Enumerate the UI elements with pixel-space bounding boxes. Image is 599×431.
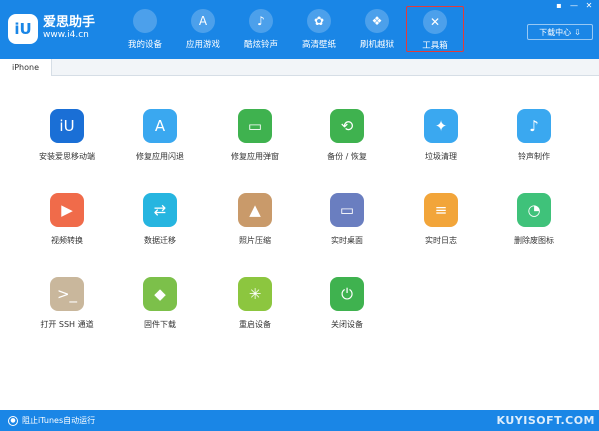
nav-item-1[interactable]: A 应用游戏: [174, 6, 232, 52]
nav-label: 酷炫铃声: [243, 40, 278, 50]
tool-item-15[interactable]: ⏻ 关闭设备: [307, 277, 387, 330]
data-transfer-icon: ⇄: [143, 193, 177, 227]
tool-item-9[interactable]: ▭ 实时桌面: [307, 193, 387, 246]
monitor-icon: ▭: [330, 193, 364, 227]
flower-icon: ✿: [307, 9, 331, 33]
nav-item-2[interactable]: ♪ 酷炫铃声: [232, 6, 290, 52]
tool-label: 修复应用闪退: [136, 152, 184, 161]
tool-label: 照片压缩: [239, 236, 271, 245]
download-icon: ⇩: [574, 27, 581, 37]
nav-item-3[interactable]: ✿ 高清壁纸: [290, 6, 348, 52]
nav-item-0[interactable]: 我的设备: [116, 6, 174, 52]
app-logo: iU 爱思助手 www.i4.cn: [8, 14, 95, 44]
nav-item-4[interactable]: ❖ 刷机越狱: [348, 6, 406, 52]
pie-icon: ◔: [517, 193, 551, 227]
toolbox-grid: iU 安装爱思移动端 A 修复应用闪退 ▭ 修复应用弹窗 ⟲ 备份 / 恢复 ✦ 垃圾清理 ♪ 铃声制…: [0, 76, 599, 410]
tool-item-4[interactable]: ✦ 垃圾清理: [401, 109, 481, 162]
tool-label: 垃圾清理: [425, 152, 457, 161]
cube-icon: ◆: [143, 277, 177, 311]
tool-item-8[interactable]: ▲ 照片压缩: [215, 193, 295, 246]
wrench-icon: ✕: [423, 10, 447, 34]
app-url: www.i4.cn: [43, 30, 89, 40]
tool-label: 铃声制作: [518, 152, 550, 161]
tool-item-6[interactable]: ▶ 视频转换: [27, 193, 107, 246]
block-itunes-label: 阻止iTunes自动运行: [22, 416, 96, 425]
tool-item-12[interactable]: >_ 打开 SSH 通道: [27, 277, 107, 330]
dropbox-icon: ❖: [365, 9, 389, 33]
tool-item-1[interactable]: A 修复应用闪退: [120, 109, 200, 162]
apple-id-icon: ▭: [238, 109, 272, 143]
tool-label: 实时日志: [425, 236, 457, 245]
status-bar: ● 阻止iTunes自动运行 KUYISOFT.COM: [0, 410, 599, 431]
device-tab-bar: iPhone: [0, 59, 599, 76]
tool-label: 数据迁移: [144, 236, 176, 245]
tool-item-2[interactable]: ▭ 修复应用弹窗: [215, 109, 295, 162]
bell-plus-icon: ♪: [517, 109, 551, 143]
app-store-icon: A: [143, 109, 177, 143]
nav-item-5[interactable]: ✕ 工具箱: [406, 6, 464, 52]
terminal-icon: >_: [50, 277, 84, 311]
tool-label: 实时桌面: [331, 236, 363, 245]
main-nav: 我的设备 A 应用游戏 ♪ 酷炫铃声 ✿ 高清壁纸 ❖ 刷机越狱 ✕ 工具箱: [116, 6, 464, 52]
app-store-icon: A: [191, 9, 215, 33]
tool-label: 安装爱思移动端: [39, 152, 95, 161]
nav-label: 我的设备: [127, 40, 162, 50]
tool-item-0[interactable]: iU 安装爱思移动端: [27, 109, 107, 162]
tool-item-10[interactable]: ≡ 实时日志: [401, 193, 481, 246]
toggle-circle-icon: ●: [8, 415, 18, 426]
tool-label: 打开 SSH 通道: [40, 320, 94, 329]
i4-app-icon: iU: [50, 109, 84, 143]
tool-label: 备份 / 恢复: [327, 152, 367, 161]
close-button[interactable]: ✕: [583, 1, 595, 11]
skin-button[interactable]: ▪: [553, 1, 565, 11]
tool-item-11[interactable]: ◔ 删除废图标: [494, 193, 574, 246]
tool-item-14[interactable]: ✳ 重启设备: [215, 277, 295, 330]
nav-label: 应用游戏: [185, 40, 220, 50]
logo-mark: iU: [8, 14, 38, 44]
tool-item-7[interactable]: ⇄ 数据迁移: [120, 193, 200, 246]
restore-clock-icon: ⟲: [330, 109, 364, 143]
photo-icon: ▲: [238, 193, 272, 227]
tool-item-3[interactable]: ⟲ 备份 / 恢复: [307, 109, 387, 162]
broom-icon: ✦: [424, 109, 458, 143]
video-play-icon: ▶: [50, 193, 84, 227]
tool-label: 关闭设备: [331, 320, 363, 329]
nav-label: 刷机越狱: [359, 40, 394, 50]
tool-label: 固件下载: [144, 320, 176, 329]
tool-label: 删除废图标: [514, 236, 554, 245]
title-bar: iU 爱思助手 www.i4.cn 我的设备 A 应用游戏 ♪ 酷炫铃声 ✿ 高清壁纸 ❖ 刷机…: [0, 0, 599, 59]
download-center-label: 下载中心: [539, 27, 572, 37]
tool-item-5[interactable]: ♪ 铃声制作: [494, 109, 574, 162]
tool-label: 重启设备: [239, 320, 271, 329]
nav-label: 高清壁纸: [301, 40, 336, 50]
nav-label: 工具箱: [422, 41, 448, 51]
bell-icon: ♪: [249, 9, 273, 33]
block-itunes-toggle[interactable]: ● 阻止iTunes自动运行: [8, 415, 95, 426]
tab-iphone[interactable]: iPhone: [0, 59, 52, 76]
tool-label: 视频转换: [51, 236, 83, 245]
tool-label: 修复应用弹窗: [231, 152, 279, 161]
download-center-button[interactable]: 下载中心 ⇩: [527, 24, 593, 40]
restart-spark-icon: ✳: [238, 277, 272, 311]
minimize-button[interactable]: —: [568, 1, 580, 11]
window-controls: ▪ — ✕: [553, 1, 595, 11]
log-document-icon: ≡: [424, 193, 458, 227]
apple-icon: [133, 9, 157, 33]
power-icon: ⏻: [330, 277, 364, 311]
watermark: KUYISOFT.COM: [496, 414, 595, 427]
app-name: 爱思助手: [43, 15, 96, 30]
tool-item-13[interactable]: ◆ 固件下载: [120, 277, 200, 330]
